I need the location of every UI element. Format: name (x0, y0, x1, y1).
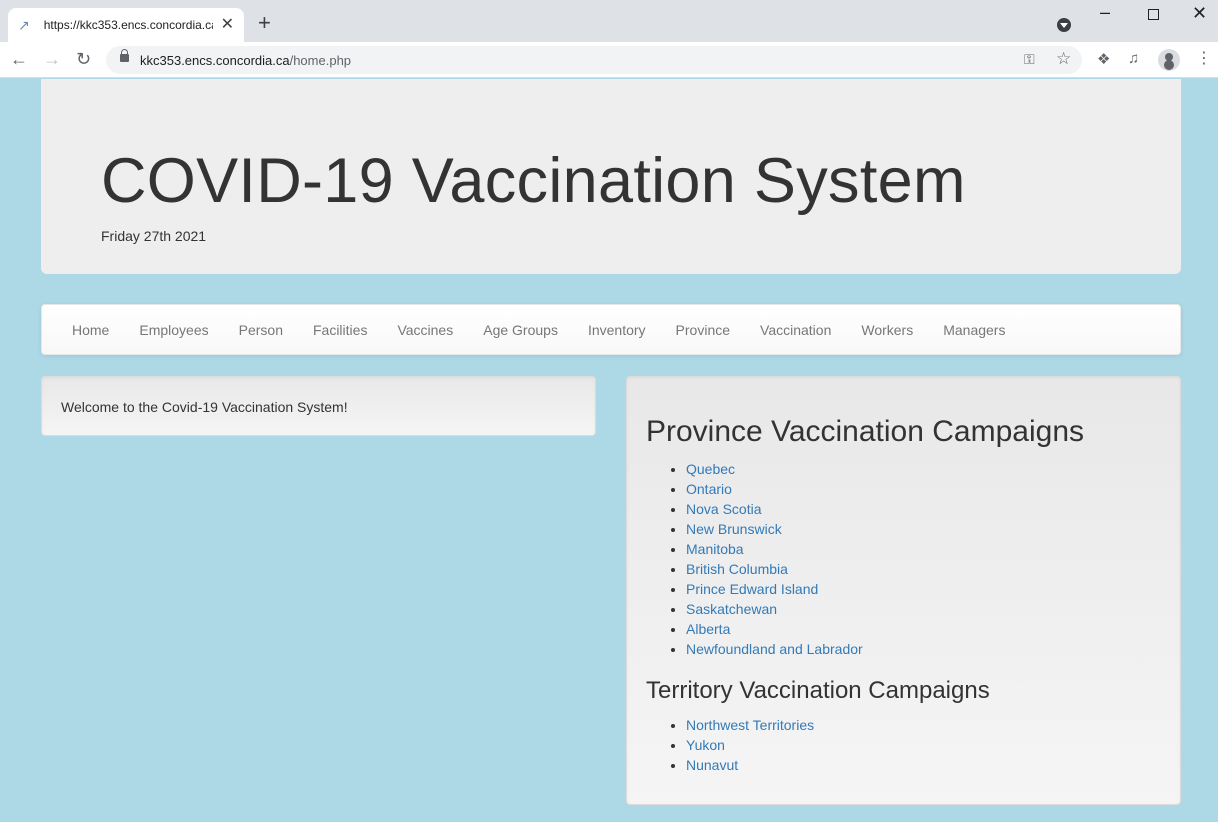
nav-item-age-groups[interactable]: Age Groups (468, 322, 573, 338)
province-link-prince-edward-island[interactable]: Prince Edward Island (686, 581, 818, 597)
browser-tab[interactable]: ↗ https://kkc353.encs.concordia.ca ✕ (8, 8, 244, 42)
nav-item-province[interactable]: Province (661, 322, 745, 338)
province-link-newfoundland[interactable]: Newfoundland and Labrador (686, 641, 863, 657)
province-link-manitoba[interactable]: Manitoba (686, 541, 744, 557)
province-link-ontario[interactable]: Ontario (686, 481, 732, 497)
header-jumbotron: COVID-19 Vaccination System Friday 27th … (41, 79, 1181, 274)
list-item: Quebec (686, 459, 863, 479)
browser-tab-strip: ↗ https://kkc353.encs.concordia.ca ✕ + –… (0, 0, 1218, 42)
nav-item-facilities[interactable]: Facilities (298, 322, 382, 338)
url-text[interactable]: kkc353.encs.concordia.ca/home.php (140, 53, 351, 68)
list-item: Newfoundland and Labrador (686, 639, 863, 659)
browser-toolbar: ← → ↻ kkc353.encs.concordia.ca/home.php … (0, 42, 1218, 78)
list-item: Saskatchewan (686, 599, 863, 619)
list-item: Alberta (686, 619, 863, 639)
campaigns-panel: Province Vaccination Campaigns Quebec On… (626, 376, 1181, 805)
forward-arrow-icon[interactable]: → (43, 48, 61, 70)
list-item: New Brunswick (686, 519, 863, 539)
media-control-icon[interactable]: ♫ (1128, 50, 1139, 67)
list-item: Ontario (686, 479, 863, 499)
list-item: Yukon (686, 735, 814, 755)
back-arrow-icon[interactable]: ← (10, 48, 28, 70)
nav-item-home[interactable]: Home (57, 322, 124, 338)
extensions-puzzle-icon[interactable]: ❖ (1097, 50, 1110, 68)
territory-link-yukon[interactable]: Yukon (686, 737, 725, 753)
reload-icon[interactable]: ↻ (76, 48, 91, 70)
welcome-message: Welcome to the Covid-19 Vaccination Syst… (61, 399, 348, 415)
list-item: British Columbia (686, 559, 863, 579)
key-icon[interactable]: ⚿ (1024, 51, 1035, 68)
list-item: Nunavut (686, 755, 814, 775)
nav-list: Home Employees Person Facilities Vaccine… (42, 305, 1180, 354)
list-item: Manitoba (686, 539, 863, 559)
address-bar[interactable]: kkc353.encs.concordia.ca/home.php ⚿ ☆ (106, 46, 1082, 74)
province-link-new-brunswick[interactable]: New Brunswick (686, 521, 782, 537)
syringe-favicon-icon: ↗ (18, 17, 30, 33)
maximize-icon[interactable] (1148, 9, 1159, 20)
province-link-nova-scotia[interactable]: Nova Scotia (686, 501, 761, 517)
nav-item-inventory[interactable]: Inventory (573, 322, 661, 338)
territory-list: Northwest Territories Yukon Nunavut (686, 715, 814, 775)
tab-title: https://kkc353.encs.concordia.ca (43, 18, 213, 32)
nav-item-vaccines[interactable]: Vaccines (382, 322, 468, 338)
nav-item-vaccination[interactable]: Vaccination (745, 322, 846, 338)
list-item: Northwest Territories (686, 715, 814, 735)
nav-item-workers[interactable]: Workers (846, 322, 928, 338)
province-link-saskatchewan[interactable]: Saskatchewan (686, 601, 777, 617)
welcome-panel: Welcome to the Covid-19 Vaccination Syst… (41, 376, 596, 436)
territory-campaigns-heading: Territory Vaccination Campaigns (646, 677, 990, 704)
current-date: Friday 27th 2021 (101, 228, 207, 244)
nav-item-employees[interactable]: Employees (124, 322, 223, 338)
new-tab-icon[interactable]: + (258, 12, 271, 34)
profile-avatar-icon[interactable] (1158, 49, 1180, 71)
province-link-british-columbia[interactable]: British Columbia (686, 561, 788, 577)
province-list: Quebec Ontario Nova Scotia New Brunswick… (686, 459, 863, 659)
page-title: COVID-19 Vaccination System (101, 146, 966, 216)
nav-item-managers[interactable]: Managers (928, 322, 1020, 338)
close-tab-icon[interactable]: ✕ (221, 17, 234, 33)
main-navbar: Home Employees Person Facilities Vaccine… (41, 304, 1181, 355)
province-link-alberta[interactable]: Alberta (686, 621, 730, 637)
close-window-icon[interactable]: ✕ (1192, 3, 1207, 24)
tab-search-icon[interactable] (1057, 18, 1071, 32)
province-campaigns-heading: Province Vaccination Campaigns (646, 415, 1085, 448)
territory-link-northwest-territories[interactable]: Northwest Territories (686, 717, 814, 733)
territory-link-nunavut[interactable]: Nunavut (686, 757, 738, 773)
list-item: Nova Scotia (686, 499, 863, 519)
list-item: Prince Edward Island (686, 579, 863, 599)
minimize-icon[interactable]: – (1100, 2, 1110, 23)
lock-icon[interactable] (120, 49, 129, 62)
nav-item-person[interactable]: Person (224, 322, 298, 338)
province-link-quebec[interactable]: Quebec (686, 461, 735, 477)
kebab-menu-icon[interactable]: ⋮ (1196, 48, 1212, 68)
bookmark-star-icon[interactable]: ☆ (1056, 49, 1071, 69)
